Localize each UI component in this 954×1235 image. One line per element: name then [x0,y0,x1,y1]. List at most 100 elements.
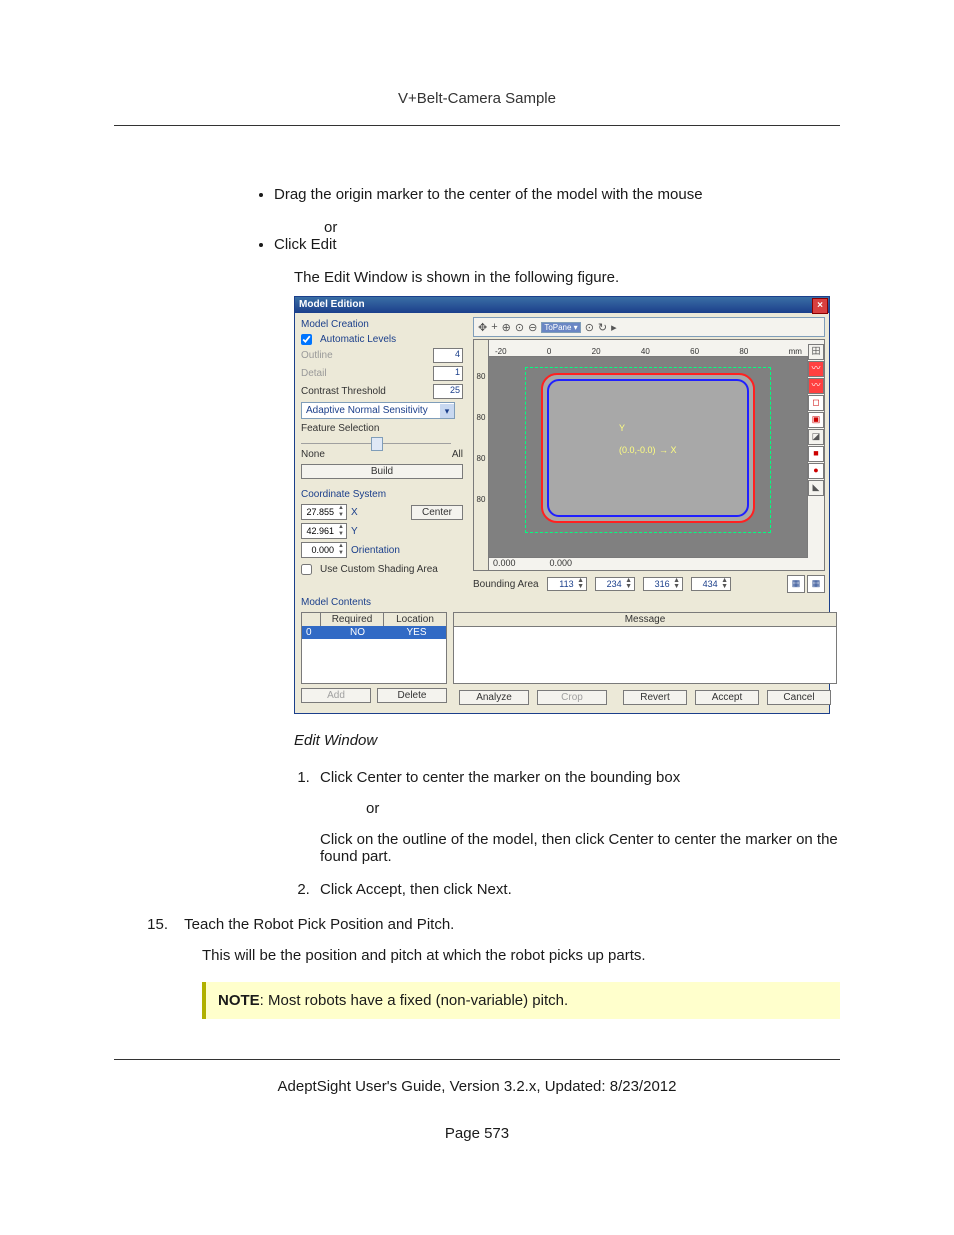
bound-x2-field[interactable]: 316▲▼ [643,577,683,591]
step-1-alt: Click on the outline of the model, then … [320,831,840,865]
note-bold: NOTE [218,992,260,1009]
grid2-icon[interactable]: ▦ [807,575,825,593]
bullet-edit: Click Edit [274,236,840,253]
delete-button[interactable]: Delete [377,688,447,703]
figure-caption: Edit Window [294,732,840,749]
window-title: Model Edition [299,299,365,310]
pointer-icon[interactable]: ▸ [611,321,617,334]
edit-window-dialog: Model Edition × Model Creation Automatic… [294,296,830,714]
message-header: Message [453,612,837,627]
bound-y2-field[interactable]: 434▲▼ [691,577,731,591]
record-icon[interactable]: ● [808,463,824,479]
axis-origin-label: (0.0,-0.0) [619,445,656,455]
step-1: Click Center to center the marker on the… [314,769,840,865]
note-box: NOTE: Most robots have a fixed (non-vari… [202,982,840,1019]
analyze-button[interactable]: Analyze [459,690,529,705]
detail-field[interactable]: 1 [433,366,463,381]
bounding-area-label: Bounding Area [473,579,539,590]
axis-y-label: Y [619,423,625,433]
y-spinner[interactable]: ▲▼ [301,523,347,539]
footer-rule [114,1059,840,1060]
step-2: Click Accept, then click Next. [314,881,840,898]
feature-selection-label: Feature Selection [301,423,379,434]
sensitivity-combo-value: Adaptive Normal Sensitivity [306,405,428,416]
layer-icon[interactable]: 田 [808,344,824,360]
zoom-fit-icon[interactable]: ⊙ [585,321,594,334]
crop-button: Crop [537,690,607,705]
select-box-icon[interactable]: ◻ [808,395,824,411]
topane-dropdown[interactable]: ToPane ▾ [541,322,580,333]
detail-label: Detail [301,368,429,379]
outline-label: Outline [301,350,429,361]
outline-field[interactable]: 4 [433,348,463,363]
step-15-title: Teach the Robot Pick Position and Pitch. [184,916,454,933]
axis-x-label: → X [659,445,677,455]
col-required: Required [321,613,384,626]
or-text-2: or [366,800,840,817]
model-contents-label: Model Contents [301,597,823,608]
model-canvas[interactable]: 80808080 -20020406080mm Y (0.0 [473,339,825,571]
message-body [453,627,837,684]
automatic-levels-label: Automatic Levels [320,334,396,345]
or-text-1: or [324,219,840,236]
feature-slider[interactable] [301,437,451,449]
center-button[interactable]: Center [411,505,463,520]
refresh-icon[interactable]: ↻ [598,321,607,334]
red-stroke1-icon[interactable]: 〰 [808,361,824,377]
x-label: X [351,507,358,518]
canvas-right-toolbar: 田 〰 〰 ◻ ▣ ◪ ■ ● ◣ [808,340,824,570]
add-button: Add [301,688,371,703]
contrast-threshold-field[interactable]: 25 [433,384,463,399]
tri-icon[interactable]: ◣ [808,480,824,496]
bound-y1-field[interactable]: 234▲▼ [595,577,635,591]
custom-shading-label: Use Custom Shading Area [320,564,438,575]
pan-icon[interactable]: ✥ [478,321,487,334]
stop-icon[interactable]: ■ [808,446,824,462]
page-header-title: V+Belt-Camera Sample [114,90,840,107]
note-text: : Most robots have a fixed (non-variable… [260,992,568,1009]
automatic-levels-checkbox[interactable] [301,334,312,345]
zoom-in-icon[interactable]: ⊕ [502,321,511,334]
build-button[interactable]: Build [301,464,463,479]
coord-readout: 0.0000.000 [489,557,808,570]
crosshair-icon[interactable]: + [491,321,497,333]
canvas-viewport[interactable]: Y (0.0,-0.0) → X [489,357,808,557]
table-row[interactable]: 0 NO YES [302,626,446,639]
y-label: Y [351,526,358,537]
custom-shading-checkbox[interactable] [301,564,312,575]
bound-x1-field[interactable]: 113▲▼ [547,577,587,591]
model-creation-label: Model Creation [301,319,463,330]
edit-intro: The Edit Window is shown in the followin… [294,269,840,286]
step-15-number: 15. [114,916,168,933]
footer-line-2: Page 573 [114,1125,840,1142]
contrast-threshold-label: Contrast Threshold [301,386,429,397]
orientation-spinner[interactable]: ▲▼ [301,542,347,558]
cancel-button[interactable]: Cancel [767,690,831,705]
close-icon[interactable]: × [812,298,828,314]
eraser-icon[interactable]: ◪ [808,429,824,445]
accept-button[interactable]: Accept [695,690,759,705]
slider-none-label: None [301,449,325,460]
step-15-body: This will be the position and pitch at w… [202,947,840,964]
coordinate-system-label: Coordinate System [301,489,463,500]
revert-button[interactable]: Revert [623,690,687,705]
model-contents-table[interactable]: Required Location 0 NO YES [301,612,447,684]
red-stroke2-icon[interactable]: 〰 [808,378,824,394]
canvas-toolbar: ✥ + ⊕ ⊙ ⊖ ToPane ▾ ⊙ ↻ ▸ [473,317,825,337]
ruler-left: 80808080 [474,340,489,570]
window-titlebar[interactable]: Model Edition × [295,297,829,313]
chevron-down-icon: ▾ [440,404,454,418]
grid1-icon[interactable]: ▦ [787,575,805,593]
zoom-100-icon[interactable]: ⊙ [515,321,524,334]
zoom-out-icon[interactable]: ⊖ [528,321,537,334]
ruler-top: -20020406080mm [489,340,808,357]
header-rule [114,125,840,126]
footer-line-1: AdeptSight User's Guide, Version 3.2.x, … [114,1078,840,1095]
x-spinner[interactable]: ▲▼ [301,504,347,520]
fit-box-icon[interactable]: ▣ [808,412,824,428]
col-location: Location [384,613,446,626]
slider-thumb[interactable] [371,437,383,451]
sensitivity-combo[interactable]: Adaptive Normal Sensitivity ▾ [301,402,455,419]
orientation-label: Orientation [351,545,400,556]
slider-all-label: All [452,449,463,460]
